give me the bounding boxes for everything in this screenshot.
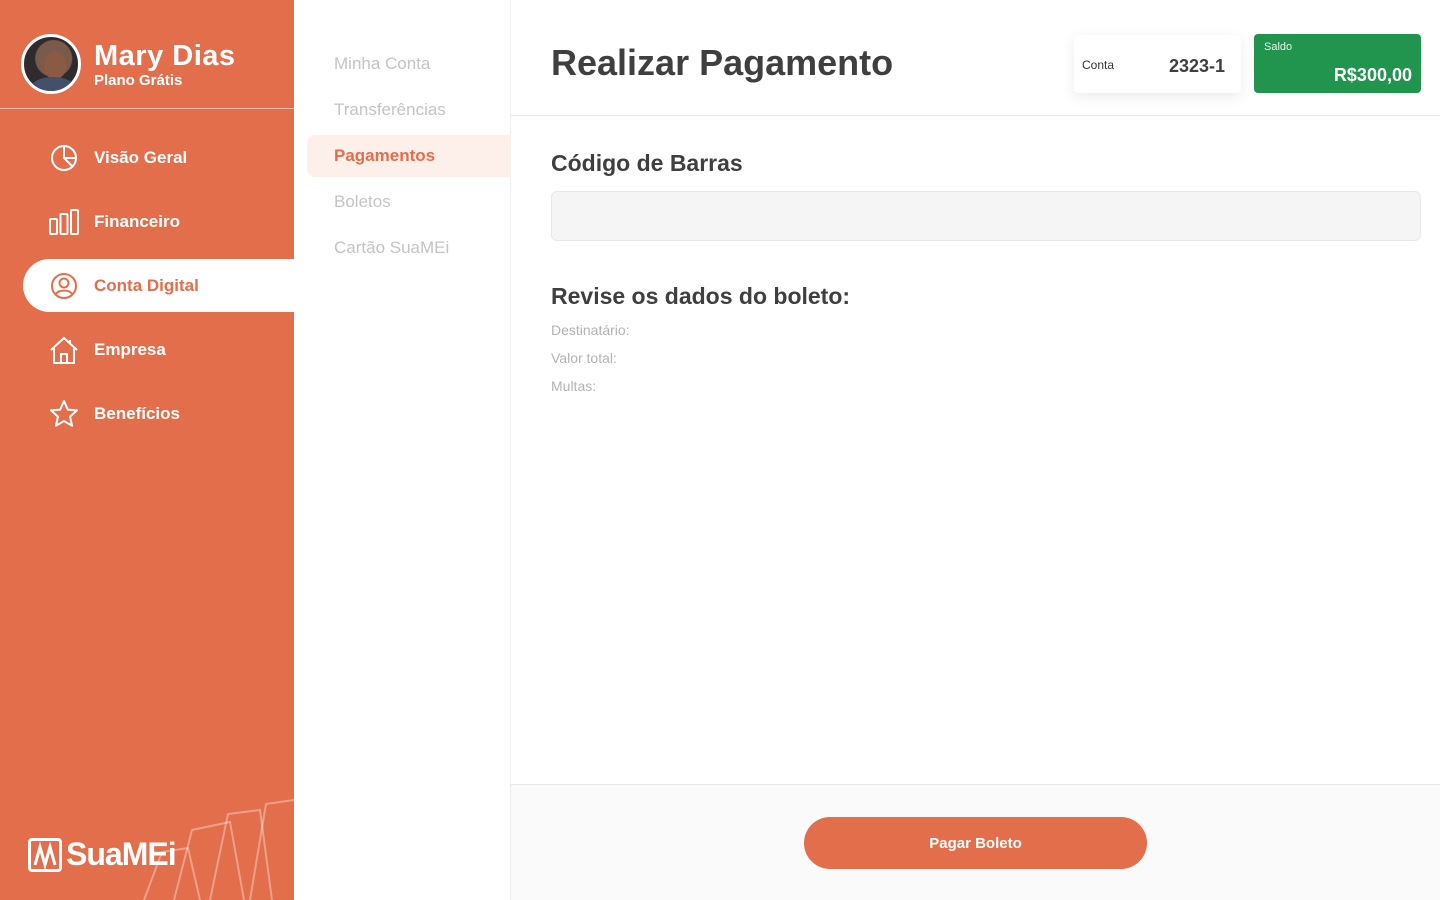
page-header: Realizar Pagamento Conta 2323-1 Saldo R$… (511, 0, 1440, 116)
bar-chart-icon (49, 209, 79, 235)
account-label: Conta (1082, 58, 1115, 72)
balance-card: Saldo R$300,00 (1254, 34, 1421, 93)
subnav-item-cartao[interactable]: Cartão SuaMEi (307, 227, 511, 269)
sidebar-item-label: Financeiro (94, 211, 180, 231)
user-circle-icon (51, 273, 77, 299)
pie-chart-icon (51, 145, 77, 171)
sidebar-item-visao-geral[interactable]: Visão Geral (23, 131, 294, 184)
user-plan: Plano Grátis (94, 72, 183, 89)
balance-value: R$300,00 (1333, 65, 1412, 85)
sidebar: Mary Dias Plano Grátis Visão Geral Finan… (0, 0, 294, 900)
sidebar-item-label: Benefícios (94, 403, 180, 423)
logo-icon (28, 837, 62, 872)
page-footer: Pagar Boleto (511, 784, 1440, 900)
sidebar-item-label: Visão Geral (94, 147, 188, 167)
review-fines-label: Multas: (551, 378, 597, 394)
sidebar-item-label: Conta Digital (94, 275, 199, 295)
page-title: Realizar Pagamento (551, 42, 894, 83)
subnav-item-minha-conta[interactable]: Minha Conta (307, 43, 511, 85)
sidebar-item-label: Empresa (94, 339, 166, 359)
review-title: Revise os dados do boleto: (551, 283, 851, 309)
main-content: Realizar Pagamento Conta 2323-1 Saldo R$… (511, 0, 1440, 900)
sidebar-item-empresa[interactable]: Empresa (23, 323, 294, 376)
user-profile: Mary Dias Plano Grátis (0, 0, 294, 109)
barcode-title: Código de Barras (551, 150, 743, 176)
sidebar-item-financeiro[interactable]: Financeiro (23, 195, 294, 248)
subnav-item-boletos[interactable]: Boletos (307, 181, 511, 223)
home-icon (50, 336, 78, 364)
account-number: 2323-1 (1168, 56, 1225, 76)
review-total-label: Valor total: (551, 350, 617, 366)
subnav-item-transferencias[interactable]: Transferências (307, 89, 511, 131)
star-icon (50, 400, 78, 427)
subnav-item-pagamentos[interactable]: Pagamentos (307, 135, 511, 177)
barcode-input[interactable] (551, 191, 1421, 241)
subnav: Minha Conta Transferências Pagamentos Bo… (294, 0, 511, 900)
user-name: Mary Dias (94, 40, 236, 72)
brand-logo: SuaMEi (28, 836, 177, 873)
review-recipient-label: Destinatário: (551, 322, 630, 338)
pay-boleto-button[interactable]: Pagar Boleto (804, 817, 1147, 869)
sidebar-item-conta-digital[interactable]: Conta Digital (23, 259, 294, 312)
avatar[interactable] (21, 34, 81, 94)
brand-name: SuaMEi (66, 836, 177, 872)
sidebar-item-beneficios[interactable]: Benefícios (23, 387, 294, 440)
balance-label: Saldo (1264, 41, 1293, 53)
account-card: Conta 2323-1 (1074, 35, 1241, 93)
